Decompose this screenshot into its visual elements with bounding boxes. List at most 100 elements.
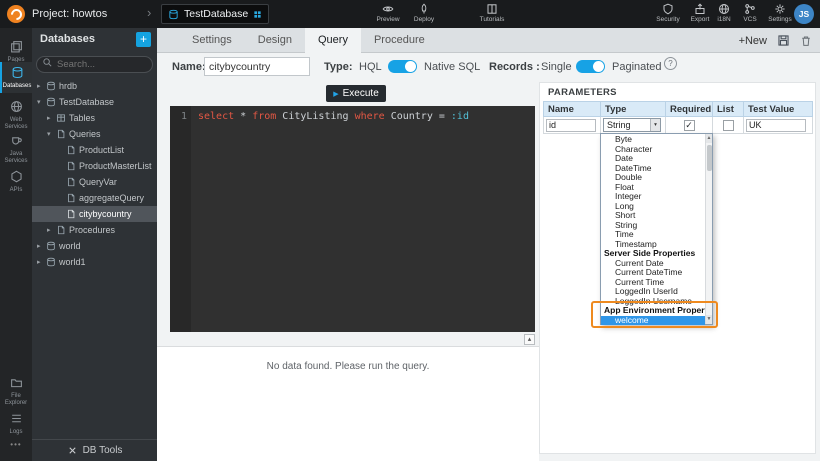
scrollbar-thumb[interactable] bbox=[707, 145, 712, 171]
execute-button[interactable]: ▶ Execute bbox=[326, 85, 386, 102]
dropdown-option[interactable]: Date bbox=[601, 154, 705, 164]
tree-item-procedures[interactable]: ▸ Procedures bbox=[32, 222, 157, 238]
dropdown-option[interactable]: String bbox=[601, 221, 705, 231]
select-caret-icon[interactable]: ▾ bbox=[650, 119, 660, 131]
tree-item-hrdb[interactable]: ▸ hrdb bbox=[32, 78, 157, 94]
tree-item-tables[interactable]: ▸ Tables bbox=[32, 110, 157, 126]
settings-button[interactable]: Settings bbox=[762, 2, 798, 23]
tree-item-world[interactable]: ▸ world bbox=[32, 238, 157, 254]
required-checkbox[interactable]: ✓ bbox=[684, 120, 695, 131]
records-toggle[interactable] bbox=[576, 60, 605, 73]
tree-item-aggregatequery[interactable]: aggregateQuery bbox=[32, 190, 157, 206]
dropdown-option[interactable]: Timestamp bbox=[601, 240, 705, 250]
sidebar-item-file-explorer[interactable]: File Explorer bbox=[0, 372, 32, 406]
records-option-single[interactable]: Single bbox=[541, 61, 572, 73]
left-rail: Pages Databases Web Services Java Servic… bbox=[0, 28, 32, 461]
collapse-editor-button[interactable]: ▴ bbox=[524, 334, 535, 345]
type-option-native-sql[interactable]: Native SQL bbox=[424, 61, 480, 73]
dropdown-option[interactable]: LoggedIn Username bbox=[601, 297, 705, 307]
expand-icon[interactable]: ▸ bbox=[37, 258, 46, 266]
user-avatar[interactable]: JS bbox=[794, 4, 814, 24]
dropdown-option-selected[interactable]: welcome bbox=[601, 316, 705, 326]
export-icon bbox=[694, 3, 706, 15]
sidebar-item-databases[interactable]: Databases bbox=[0, 62, 32, 93]
tab-procedure[interactable]: Procedure bbox=[361, 28, 438, 53]
i18n-button[interactable]: i18N bbox=[710, 2, 738, 23]
sidebar-item-logs[interactable]: Logs bbox=[0, 408, 32, 436]
sidebar-item-web-services[interactable]: Web Services bbox=[0, 96, 32, 130]
apis-label: APIs bbox=[0, 187, 32, 194]
parameters-table: Name Type Required List Test Value Strin… bbox=[543, 101, 813, 134]
deploy-button[interactable]: Deploy bbox=[406, 2, 442, 23]
collapse-icon[interactable]: ▾ bbox=[47, 130, 56, 138]
wavemaker-logo-icon[interactable] bbox=[7, 5, 25, 23]
new-query-button[interactable]: +New bbox=[739, 35, 767, 47]
scroll-up-icon[interactable]: ▲ bbox=[706, 134, 712, 143]
dropdown-option[interactable]: Current Date bbox=[601, 259, 705, 269]
param-type-select[interactable]: String ▾ bbox=[603, 118, 661, 132]
add-database-button[interactable]: + bbox=[136, 32, 151, 47]
expand-icon[interactable]: ▸ bbox=[47, 226, 56, 234]
dropdown-option[interactable]: Float bbox=[601, 183, 705, 193]
tree-item-world1[interactable]: ▸ world1 bbox=[32, 254, 157, 270]
sidebar-item-pages[interactable]: Pages bbox=[0, 36, 32, 64]
tab-settings[interactable]: Settings bbox=[179, 28, 245, 53]
tree-item-productmasterlist[interactable]: ProductMasterList bbox=[32, 158, 157, 174]
sidebar-item-apis[interactable]: APIs bbox=[0, 166, 32, 194]
dropdown-option[interactable]: Integer bbox=[601, 192, 705, 202]
scroll-down-icon[interactable]: ▼ bbox=[706, 315, 712, 324]
dropdown-option[interactable]: Short bbox=[601, 211, 705, 221]
dropdown-scrollbar[interactable]: ▲ ▼ bbox=[705, 134, 712, 324]
document-icon bbox=[56, 129, 66, 139]
param-name-input[interactable] bbox=[546, 119, 596, 132]
tree-item-testdatabase[interactable]: ▾ TestDatabase bbox=[32, 94, 157, 110]
dropdown-option[interactable]: LoggedIn UserId bbox=[601, 287, 705, 297]
dropdown-option[interactable]: Current DateTime bbox=[601, 268, 705, 278]
search-input[interactable] bbox=[36, 56, 153, 73]
database-selector[interactable]: TestDatabase bbox=[161, 4, 269, 24]
tree-item-queryvar[interactable]: QueryVar bbox=[32, 174, 157, 190]
list-checkbox[interactable] bbox=[723, 120, 734, 131]
sql-code[interactable]: select * from CityListing where Country … bbox=[191, 106, 469, 332]
dropdown-option[interactable]: Byte bbox=[601, 135, 705, 145]
dropdown-option[interactable]: Time bbox=[601, 230, 705, 240]
vcs-button[interactable]: VCS bbox=[736, 2, 764, 23]
tree-item-queries[interactable]: ▾ Queries bbox=[32, 126, 157, 142]
search-icon bbox=[42, 57, 53, 68]
security-button[interactable]: Security bbox=[650, 2, 686, 23]
dropdown-group-header: Server Side Properties bbox=[601, 249, 705, 259]
preview-button[interactable]: Preview bbox=[370, 2, 406, 23]
tree-item-citybycountry[interactable]: citybycountry bbox=[32, 206, 157, 222]
collapse-icon[interactable]: ▾ bbox=[37, 98, 46, 106]
sql-keyword: select bbox=[198, 111, 234, 122]
type-option-hql[interactable]: HQL bbox=[359, 61, 382, 73]
delete-button[interactable] bbox=[800, 35, 812, 47]
tutorials-button[interactable]: Tutorials bbox=[470, 2, 514, 23]
tree-item-productlist[interactable]: ProductList bbox=[32, 142, 157, 158]
sidebar-item-java-services[interactable]: Java Services bbox=[0, 130, 32, 164]
dropdown-option[interactable]: DateTime bbox=[601, 164, 705, 174]
test-value-input[interactable] bbox=[746, 119, 806, 132]
expand-icon[interactable]: ▸ bbox=[47, 114, 56, 122]
tree-item-label: world bbox=[59, 241, 81, 251]
db-tools-button[interactable]: DB Tools bbox=[32, 439, 157, 461]
more-button[interactable]: ••• bbox=[0, 440, 32, 449]
help-icon[interactable]: ? bbox=[664, 57, 677, 70]
records-option-paginated[interactable]: Paginated bbox=[612, 61, 662, 73]
type-label: Type: bbox=[324, 61, 353, 73]
dropdown-option[interactable]: Character bbox=[601, 145, 705, 155]
sql-editor[interactable]: 1 select * from CityListing where Countr… bbox=[170, 106, 535, 332]
query-name-input[interactable] bbox=[204, 57, 310, 76]
save-button[interactable] bbox=[777, 34, 790, 47]
expand-icon[interactable]: ▸ bbox=[37, 242, 46, 250]
grid-icon[interactable] bbox=[253, 10, 262, 19]
expand-icon[interactable]: ▸ bbox=[37, 82, 46, 90]
dropdown-option[interactable]: Double bbox=[601, 173, 705, 183]
tab-design[interactable]: Design bbox=[245, 28, 305, 53]
dropdown-option[interactable]: Long bbox=[601, 202, 705, 212]
type-toggle[interactable] bbox=[388, 60, 417, 73]
search-box bbox=[36, 54, 153, 71]
table-icon bbox=[56, 113, 66, 123]
dropdown-option[interactable]: Current Time bbox=[601, 278, 705, 288]
tab-query[interactable]: Query bbox=[305, 28, 361, 53]
